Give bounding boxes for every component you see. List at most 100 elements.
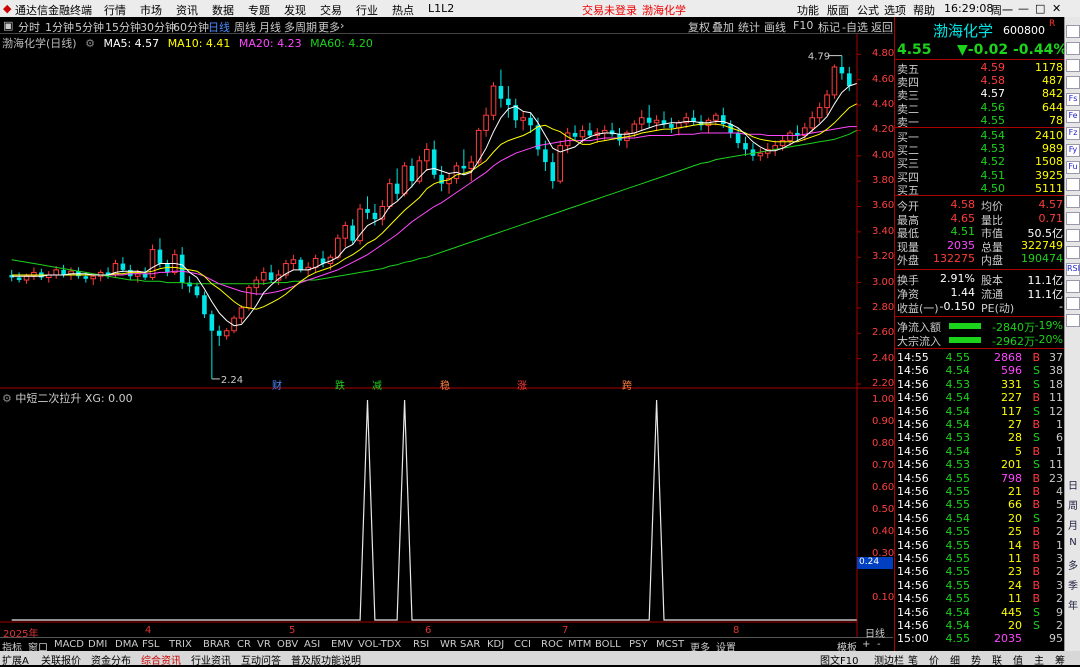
indicator-tab[interactable]: OBV xyxy=(277,639,298,650)
indicator-tab[interactable]: ROC xyxy=(541,639,563,650)
period-tab[interactable]: 更多 xyxy=(318,19,340,35)
toolbar-right-button[interactable]: F10 xyxy=(793,19,813,32)
menu-item[interactable]: 市场 xyxy=(140,2,162,18)
menu-item[interactable]: 资讯 xyxy=(176,2,198,18)
sidebar-period-button[interactable]: 周 xyxy=(1066,497,1080,512)
indicator-tab[interactable]: BOLL xyxy=(595,639,621,650)
sidebar-tool-icon[interactable] xyxy=(1066,25,1080,38)
event-tag[interactable]: 跌 xyxy=(335,377,345,392)
menu-right-item[interactable]: 帮助 xyxy=(913,2,935,18)
sidebar-period-button[interactable]: 年 xyxy=(1066,597,1080,612)
indicator-tab[interactable]: MCST xyxy=(656,639,684,650)
minimize-icon[interactable]: — xyxy=(1018,2,1029,15)
chevron-right-icon[interactable]: › xyxy=(340,19,344,32)
sidebar-period-button[interactable]: N xyxy=(1066,537,1080,548)
indicator-tab[interactable]: DMA xyxy=(115,639,138,650)
toolbar-right-button[interactable]: 返回 xyxy=(871,19,893,35)
indicator-settings-icon[interactable]: ⚙ xyxy=(2,392,12,405)
indicator-tab[interactable]: MACD xyxy=(54,639,84,650)
menu-item[interactable]: 热点 xyxy=(392,2,414,18)
indicator-tab[interactable]: KDJ xyxy=(487,639,504,650)
sidebar-period-button[interactable]: 日 xyxy=(1066,477,1080,492)
sidebar-period-button[interactable]: 月 xyxy=(1066,517,1080,532)
sidebar-tool-icon[interactable]: Fs xyxy=(1066,93,1080,106)
login-status[interactable]: 交易未登录 xyxy=(582,2,637,18)
template-control[interactable]: + xyxy=(862,639,870,650)
event-tag[interactable]: 减 xyxy=(372,377,382,392)
sidebar-tool-icon[interactable] xyxy=(1066,212,1080,225)
indicator-tab[interactable]: CCI xyxy=(514,639,531,650)
indicator-tab[interactable]: EMV xyxy=(331,639,353,650)
indicator-tab[interactable]: RSI xyxy=(413,639,429,650)
toolbar-right-button[interactable]: -自选 xyxy=(842,19,868,35)
menu-item[interactable]: L1L2 xyxy=(428,2,454,15)
sidebar-tool-icon[interactable] xyxy=(1066,229,1080,242)
sidebar-tool-icon[interactable] xyxy=(1066,195,1080,208)
settings-gear-icon[interactable]: ⚙ xyxy=(85,37,95,50)
sidebar-period-button[interactable]: 多 xyxy=(1066,557,1080,572)
sidebar-tool-icon[interactable] xyxy=(1066,246,1080,259)
event-tag[interactable]: 稳 xyxy=(440,377,450,392)
sidebar-tool-icon[interactable]: Fy xyxy=(1066,144,1080,157)
event-tag[interactable]: 跨 xyxy=(622,377,632,392)
kline-chart[interactable]: 4.79 2.24 xyxy=(0,34,893,637)
sidebar-tool-icon[interactable] xyxy=(1066,280,1080,293)
maximize-icon[interactable]: □ xyxy=(1035,2,1045,15)
sidebar-tool-icon[interactable] xyxy=(1066,76,1080,89)
toolbar-right-button[interactable]: 标记 xyxy=(818,19,840,35)
menu-right-item[interactable]: 功能 xyxy=(797,2,819,18)
indicator-tab[interactable]: MTM xyxy=(568,639,591,650)
sidebar-tool-icon[interactable] xyxy=(1066,178,1080,191)
menu-right-item[interactable]: 公式 xyxy=(857,2,879,18)
indicator-tab[interactable]: VOL-TDX xyxy=(358,639,401,650)
menu-item[interactable]: 行业 xyxy=(356,2,378,18)
indicator-tab[interactable]: SAR xyxy=(460,639,480,650)
indicator-tab[interactable]: FSL xyxy=(142,639,160,650)
sidebar-tool-icon[interactable]: Fz xyxy=(1066,127,1080,140)
indicator-tab[interactable]: WR xyxy=(440,639,457,650)
period-tab-active[interactable]: 日线 xyxy=(208,19,230,35)
sidebar-tool-icon[interactable] xyxy=(1066,59,1080,72)
menu-item[interactable]: 行情 xyxy=(104,2,126,18)
period-tab[interactable]: 月线 xyxy=(259,19,281,35)
indicator-tab[interactable]: VR xyxy=(257,639,271,650)
period-tab[interactable]: 15分钟 xyxy=(105,19,141,35)
indicator-tab[interactable]: ASI xyxy=(304,639,320,650)
toolbar-right-button[interactable]: 画线 xyxy=(764,19,786,35)
menu-right-item[interactable]: 版面 xyxy=(827,2,849,18)
indicator-tab[interactable]: BRAR xyxy=(203,639,230,650)
close-icon[interactable]: ✕ xyxy=(1052,2,1061,15)
indicator-tab[interactable]: DMI xyxy=(88,639,107,650)
sidebar-tool-icon[interactable]: Fe xyxy=(1066,110,1080,123)
sidebar-tool-icon[interactable] xyxy=(1066,314,1080,327)
cell: 4.50 xyxy=(980,181,1006,195)
sidebar-tool-icon[interactable] xyxy=(1066,42,1080,55)
period-tab[interactable]: 30分钟 xyxy=(140,19,176,35)
sidebar-tool-icon[interactable] xyxy=(1066,297,1080,310)
period-tab[interactable]: 多周期 xyxy=(284,19,317,35)
toolbar-right-button[interactable]: 叠加 xyxy=(712,19,734,35)
period-tab[interactable]: 5分钟 xyxy=(75,19,104,35)
toolbar-right-button[interactable]: 复权 xyxy=(688,19,710,35)
menu-item[interactable]: 发现 xyxy=(284,2,306,18)
toolbar-right-button[interactable]: 统计 xyxy=(738,19,760,35)
period-tab[interactable]: 60分钟 xyxy=(173,19,209,35)
menu-item[interactable]: 交易 xyxy=(320,2,342,18)
event-tag[interactable]: 涨 xyxy=(517,377,527,392)
menu-item[interactable]: 数据 xyxy=(212,2,234,18)
template-control[interactable]: - xyxy=(877,639,881,650)
indicator-tab[interactable]: TRIX xyxy=(169,639,192,650)
menu-item[interactable]: 专题 xyxy=(248,2,270,18)
event-tag[interactable]: 财 xyxy=(272,377,282,392)
indicator-tab[interactable]: PSY xyxy=(629,639,648,650)
indicator-tab[interactable]: CR xyxy=(237,639,251,650)
period-tab[interactable]: 周线 xyxy=(234,19,256,35)
tick-row: 14:56 4.54 227 B 11 xyxy=(895,391,1065,404)
menu-right-item[interactable]: 选项 xyxy=(884,2,906,18)
period-tab[interactable]: 分时 xyxy=(18,19,40,35)
panel-toggle-icon[interactable]: ▣ xyxy=(3,19,13,32)
sidebar-tool-icon[interactable]: Fu xyxy=(1066,161,1080,174)
sidebar-period-button[interactable]: 季 xyxy=(1066,577,1080,592)
period-tab[interactable]: 1分钟 xyxy=(45,19,74,35)
sidebar-tool-icon[interactable]: RSI xyxy=(1066,263,1080,276)
